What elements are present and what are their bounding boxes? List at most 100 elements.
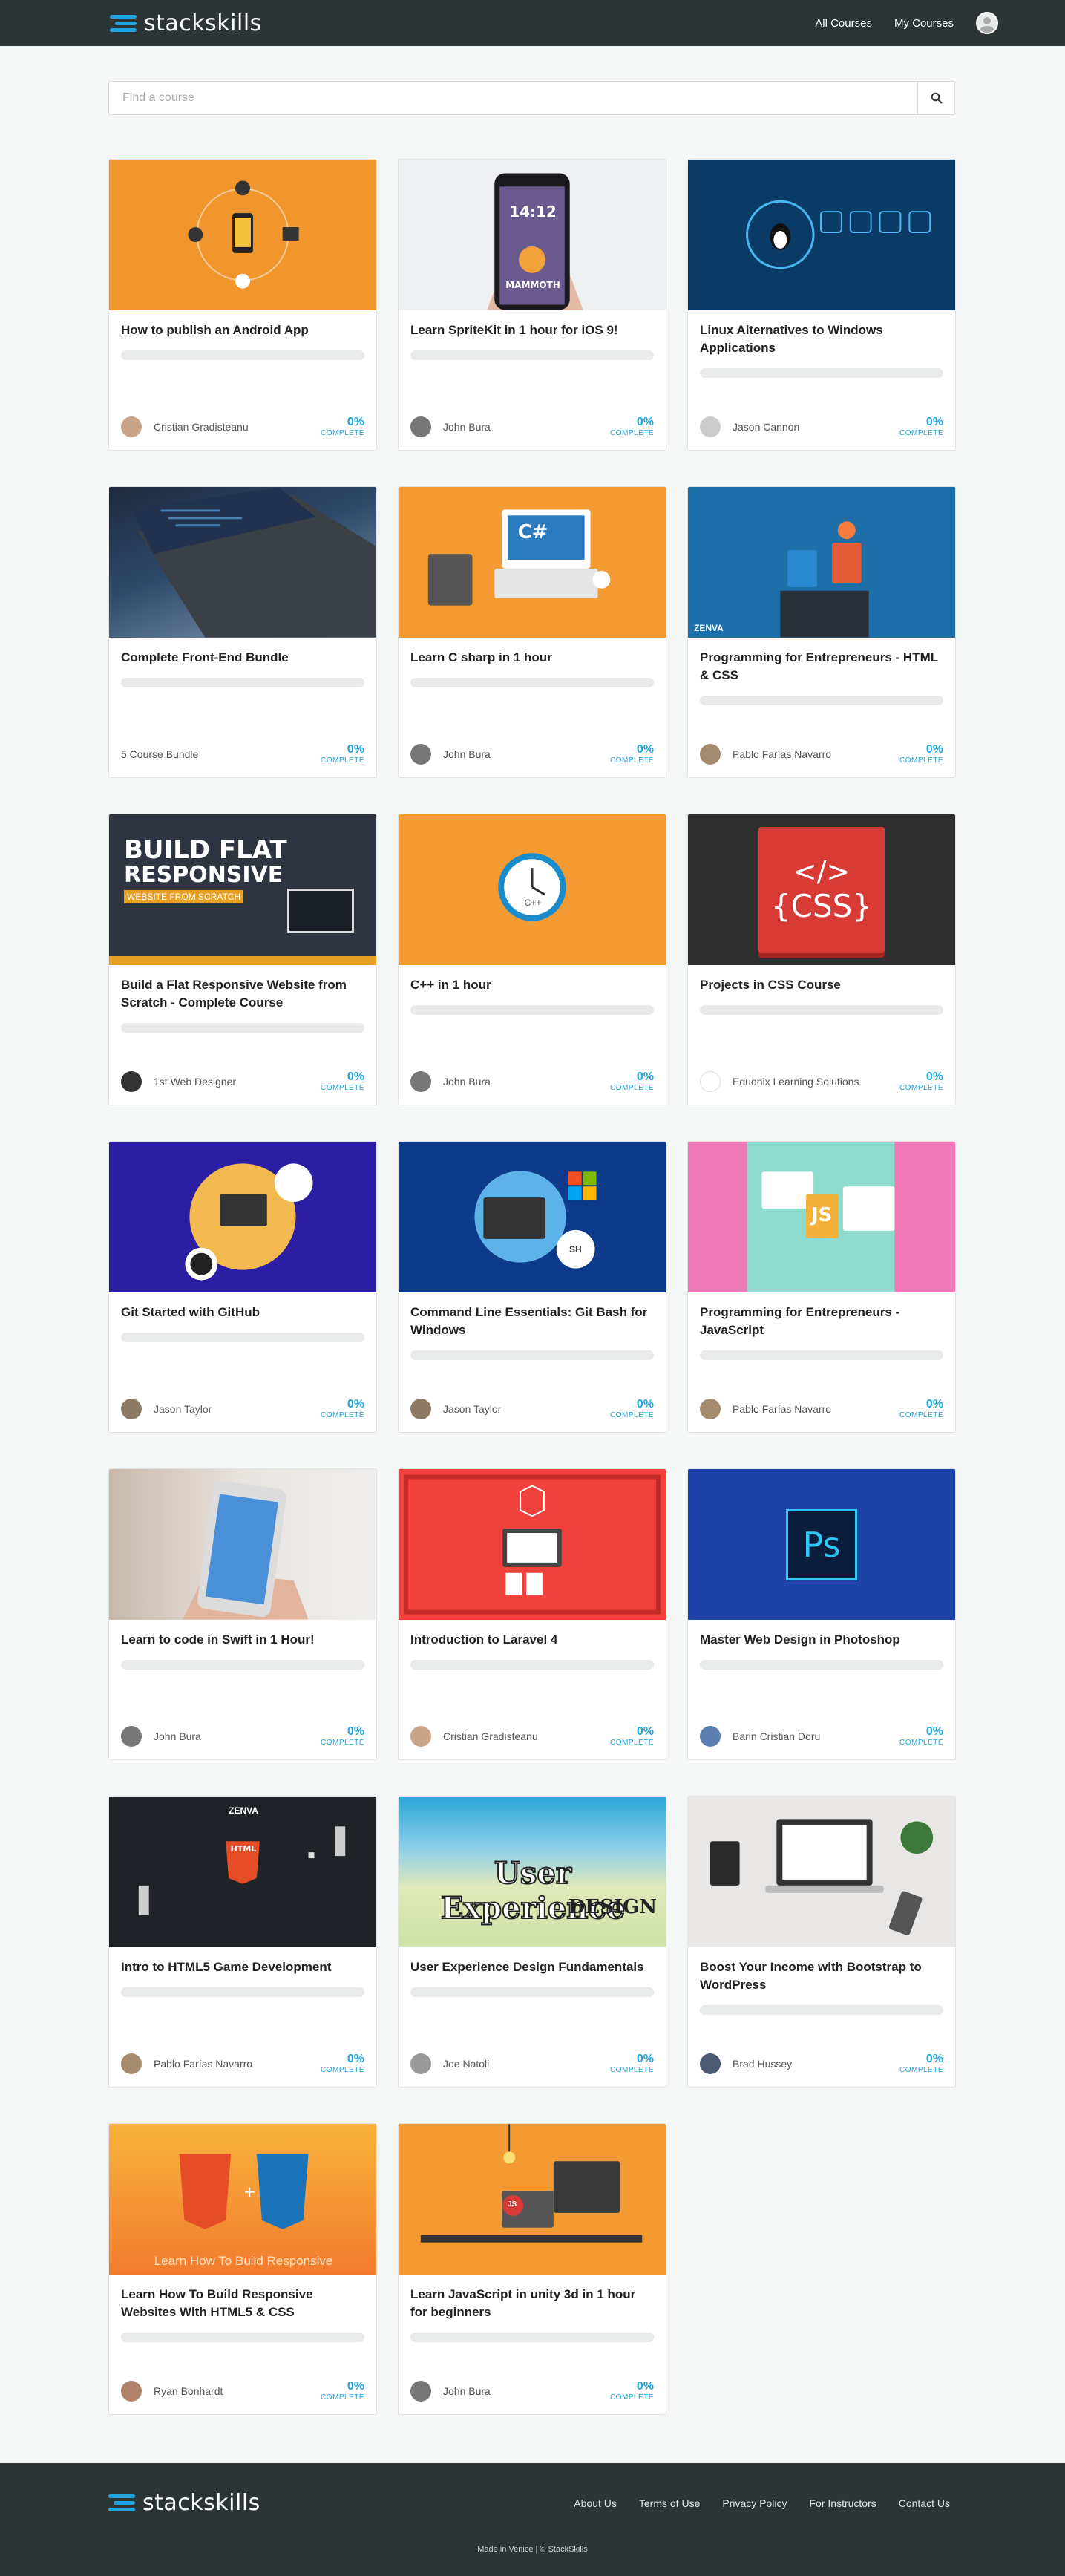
course-title[interactable]: Complete Front-End Bundle	[121, 649, 364, 667]
course-title[interactable]: Programming for Entrepreneurs - HTML & C…	[700, 649, 943, 684]
author-name: Pablo Farías Navarro	[733, 1403, 832, 1415]
course-title[interactable]: Introduction to Laravel 4	[410, 1631, 654, 1649]
course-title[interactable]: Learn to code in Swift in 1 Hour!	[121, 1631, 364, 1649]
course-title[interactable]: Learn SpriteKit in 1 hour for iOS 9!	[410, 321, 654, 339]
course-thumbnail-photoshop: Ps	[688, 1469, 955, 1620]
course-thumbnail-github	[109, 1142, 376, 1292]
thumb-line2: RESPONSIVE	[124, 862, 284, 888]
course-card[interactable]: C# Learn C sharp in 1 hour John Bura 0% C…	[398, 486, 666, 778]
logo-bars-icon	[108, 2494, 135, 2511]
course-title[interactable]: Learn JavaScript in unity 3d in 1 hour f…	[410, 2286, 654, 2321]
thumb-caption: Learn How To Build Responsive	[154, 2254, 333, 2268]
course-title[interactable]: Master Web Design in Photoshop	[700, 1631, 943, 1649]
author-avatar	[121, 1071, 142, 1092]
course-meta: Pablo Farías Navarro 0% COMPLETE	[700, 1397, 943, 1421]
author-avatar	[410, 2053, 431, 2074]
bundle-label: 5 Course Bundle	[121, 748, 199, 760]
progress-bar	[700, 1660, 943, 1670]
course-meta: John Bura 0% COMPLETE	[410, 415, 654, 439]
progress-bar	[410, 1660, 654, 1670]
course-title[interactable]: Git Started with GitHub	[121, 1304, 364, 1321]
thumb-zenva: ZENVA	[229, 1805, 258, 1816]
course-title[interactable]: Projects in CSS Course	[700, 976, 943, 994]
author-name: Joe Natoli	[443, 2058, 490, 2070]
thumb-csharp: C#	[517, 521, 548, 543]
course-card[interactable]: + Learn How To Build Responsive Learn Ho…	[108, 2123, 377, 2415]
author-name: Pablo Farías Navarro	[733, 748, 832, 760]
course-title[interactable]: Intro to HTML5 Game Development	[121, 1958, 364, 1976]
course-title[interactable]: Programming for Entrepreneurs - JavaScri…	[700, 1304, 943, 1339]
progress-bar	[700, 368, 943, 378]
course-thumbnail-flat-website: BUILD FLAT RESPONSIVE WEBSITE FROM SCRAT…	[109, 814, 376, 965]
course-card[interactable]: ZENVA Programming for Entrepreneurs - HT…	[687, 486, 956, 778]
author-name: 1st Web Designer	[154, 1076, 237, 1088]
footer-link-about[interactable]: About Us	[574, 2497, 617, 2509]
course-card[interactable]: Introduction to Laravel 4 Cristian Gradi…	[398, 1468, 666, 1760]
course-card[interactable]: Learn to code in Swift in 1 Hour! John B…	[108, 1468, 377, 1760]
course-thumbnail-html-css: ZENVA	[688, 487, 955, 638]
search-input[interactable]	[109, 82, 917, 114]
author-avatar	[700, 744, 721, 765]
course-title[interactable]: Learn How To Build Responsive Websites W…	[121, 2286, 364, 2321]
course-meta: Cristian Gradisteanu 0% COMPLETE	[121, 415, 364, 439]
course-card[interactable]: BUILD FLAT RESPONSIVE WEBSITE FROM SCRAT…	[108, 814, 377, 1105]
course-card[interactable]: ZENVA HTML Intro to HTML5 Game Developme…	[108, 1796, 377, 2088]
footer-link-terms[interactable]: Terms of Use	[639, 2497, 700, 2509]
course-thumbnail-linux	[688, 160, 955, 310]
course-title[interactable]: Command Line Essentials: Git Bash for Wi…	[410, 1304, 654, 1339]
site-footer: stackskills About Us Terms of Use Privac…	[0, 2463, 1065, 2576]
user-avatar-icon[interactable]	[976, 12, 998, 34]
course-card[interactable]: C++ C++ in 1 hour John Bura 0% COMPLETE	[398, 814, 666, 1105]
course-card[interactable]: Complete Front-End Bundle 5 Course Bundl…	[108, 486, 377, 778]
top-navbar: stackskills All Courses My Courses	[0, 0, 1065, 46]
footer-link-privacy[interactable]: Privacy Policy	[722, 2497, 787, 2509]
course-meta: Cristian Gradisteanu 0% COMPLETE	[410, 1725, 654, 1748]
course-card[interactable]: JS Learn JavaScript in unity 3d in 1 hou…	[398, 2123, 666, 2415]
author-avatar	[410, 1399, 431, 1419]
course-title[interactable]: Linux Alternatives to Windows Applicatio…	[700, 321, 943, 357]
course-card[interactable]: Git Started with GitHub Jason Taylor 0% C…	[108, 1141, 377, 1433]
course-meta: 5 Course Bundle 0% COMPLETE	[121, 742, 364, 766]
author-name: John Bura	[443, 421, 491, 433]
author-avatar	[410, 744, 431, 765]
author-avatar	[700, 416, 721, 437]
course-card[interactable]: </> {CSS} Projects in CSS Course Eduonix…	[687, 814, 956, 1105]
footer-brand-logo[interactable]: stackskills	[108, 2490, 260, 2516]
progress-status: 0% COMPLETE	[899, 416, 943, 437]
progress-status: 0% COMPLETE	[320, 1070, 364, 1092]
progress-status: 0% COMPLETE	[899, 743, 943, 765]
course-title[interactable]: Build a Flat Responsive Website from Scr…	[121, 976, 364, 1012]
course-card[interactable]: Linux Alternatives to Windows Applicatio…	[687, 159, 956, 451]
course-title[interactable]: Learn C sharp in 1 hour	[410, 649, 654, 667]
course-card[interactable]: Ps Master Web Design in Photoshop Barin …	[687, 1468, 956, 1760]
course-card[interactable]: Boost Your Income with Bootstrap to Word…	[687, 1796, 956, 2088]
thumb-html: HTML	[230, 1844, 257, 1854]
course-card[interactable]: 14:12 MAMMOTH Learn SpriteKit in 1 hour …	[398, 159, 666, 451]
progress-status: 0% COMPLETE	[609, 2053, 654, 2074]
author-name: John Bura	[443, 748, 491, 760]
course-card[interactable]: How to publish an Android App Cristian G…	[108, 159, 377, 451]
author-avatar	[121, 1399, 142, 1419]
course-thumbnail-frontend	[109, 487, 376, 638]
course-title[interactable]: C++ in 1 hour	[410, 976, 654, 994]
svg-text:+: +	[243, 2183, 256, 2200]
course-title[interactable]: Boost Your Income with Bootstrap to Word…	[700, 1958, 943, 1994]
progress-bar	[700, 696, 943, 705]
progress-status: 0% COMPLETE	[899, 2053, 943, 2074]
brand-name: stackskills	[144, 10, 262, 36]
progress-bar	[121, 1660, 364, 1670]
footer-link-contact[interactable]: Contact Us	[899, 2497, 950, 2509]
brand-logo[interactable]: stackskills	[110, 10, 262, 36]
nav-my-courses[interactable]: My Courses	[894, 17, 954, 30]
course-title[interactable]: User Experience Design Fundamentals	[410, 1958, 654, 1976]
course-meta: 1st Web Designer 0% COMPLETE	[121, 1070, 364, 1094]
course-card[interactable]: JS Programming for Entrepreneurs - JavaS…	[687, 1141, 956, 1433]
course-meta: John Bura 0% COMPLETE	[410, 742, 654, 766]
course-thumbnail-html5-game: ZENVA HTML	[109, 1797, 376, 1947]
nav-all-courses[interactable]: All Courses	[815, 17, 872, 30]
course-title[interactable]: How to publish an Android App	[121, 321, 364, 339]
course-card[interactable]: SH Command Line Essentials: Git Bash for…	[398, 1141, 666, 1433]
search-button[interactable]	[917, 82, 954, 114]
course-card[interactable]: User Experience DESIGN User Experience D…	[398, 1796, 666, 2088]
footer-link-instructors[interactable]: For Instructors	[810, 2497, 876, 2509]
